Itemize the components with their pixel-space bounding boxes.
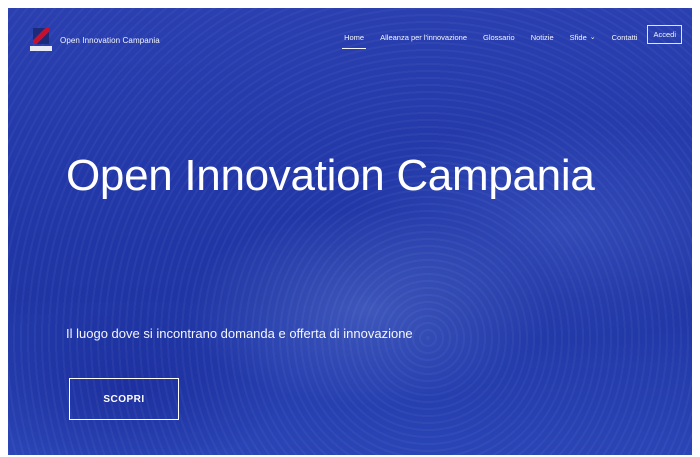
- nav-item-contatti[interactable]: Contatti: [612, 33, 638, 42]
- navbar: Open Innovation Campania Home Alleanza p…: [8, 8, 692, 62]
- page: Open Innovation Campania Home Alleanza p…: [0, 0, 700, 457]
- hero-section: Open Innovation Campania Home Alleanza p…: [8, 8, 692, 455]
- brand-link[interactable]: Open Innovation Campania: [30, 28, 160, 52]
- nav-item-home[interactable]: Home: [342, 33, 367, 49]
- nav-item-glossario[interactable]: Glossario: [483, 33, 515, 42]
- discover-button[interactable]: SCOPRI: [69, 378, 179, 420]
- nav-item-sfide-label: Sfide: [569, 33, 587, 42]
- nav-item-notizie[interactable]: Notizie: [531, 33, 554, 42]
- brand-name: Open Innovation Campania: [60, 35, 160, 45]
- nav-item-sfide[interactable]: Sfide ⌄: [570, 33, 596, 42]
- logo-label-bar: [30, 46, 52, 51]
- main-menu: Home Alleanza per l'innovazione Glossari…: [328, 25, 682, 49]
- nav-item-alleanza[interactable]: Alleanza per l'innovazione: [380, 33, 467, 42]
- campania-logo-icon: [30, 28, 52, 52]
- hero-subtitle: Il luogo dove si incontrano domanda e of…: [66, 326, 413, 341]
- logo-shield: [33, 28, 49, 44]
- login-button[interactable]: Accedi: [647, 25, 682, 44]
- chevron-down-icon: ⌄: [589, 34, 596, 41]
- hero-title: Open Innovation Campania: [66, 151, 595, 200]
